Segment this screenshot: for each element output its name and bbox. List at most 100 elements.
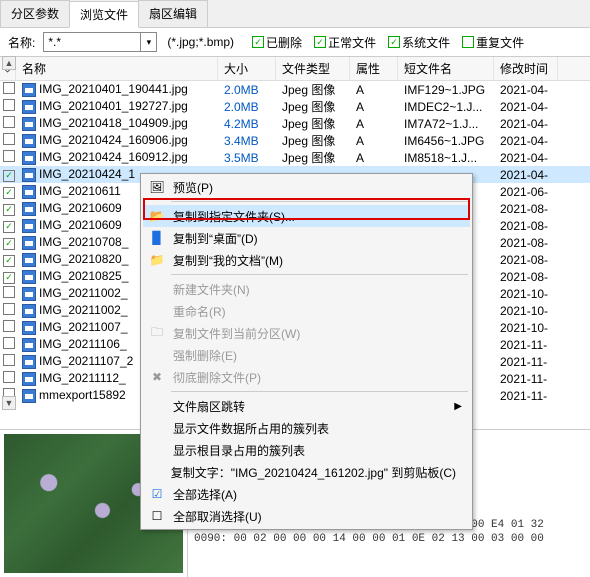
file-name-text: IMG_20211002_ [39, 303, 128, 317]
file-name: IMG_20210401_192727.jpg [16, 99, 218, 114]
image-file-icon [22, 185, 36, 199]
row-checkbox[interactable]: ✓ [3, 170, 15, 182]
row-checkbox[interactable]: ✓ [3, 221, 15, 233]
menu-separator [171, 274, 468, 275]
menu-copy-desktop[interactable]: ▉复制到“桌面”(D) [143, 227, 470, 249]
menu-copy-text[interactable]: 复制文字："IMG_20210424_161202.jpg" 到剪贴板(C) [143, 461, 470, 483]
row-checkbox[interactable] [3, 337, 15, 349]
file-attr: A [350, 117, 398, 131]
row-checkbox[interactable]: ✓ [3, 272, 15, 284]
file-attr: A [350, 151, 398, 165]
documents-icon: 📁 [147, 252, 167, 268]
row-checkbox[interactable] [3, 371, 15, 383]
row-checkbox[interactable] [3, 82, 15, 94]
file-type: Jpeg 图像 [276, 132, 350, 149]
file-mtime: 2021-04- [494, 168, 558, 182]
scroll-down-icon[interactable]: ▼ [2, 396, 16, 410]
tab-sector-edit[interactable]: 扇区编辑 [138, 0, 208, 27]
image-file-icon [22, 83, 36, 97]
row-checkbox[interactable] [3, 150, 15, 162]
file-shortname: IM7A72~1.J... [398, 117, 494, 131]
checkbox-icon: ✓ [388, 36, 400, 48]
file-name-text: IMG_20210424_160906.jpg [39, 133, 188, 147]
file-attr: A [350, 83, 398, 97]
col-size[interactable]: 大小 [218, 57, 276, 80]
file-name-text: IMG_20210825_ [39, 269, 128, 283]
row-checkbox[interactable]: ✓ [3, 255, 15, 267]
col-attr[interactable]: 属性 [350, 57, 398, 80]
row-checkbox[interactable] [3, 99, 15, 111]
menu-label: 复制到指定文件夹(S)... [173, 208, 295, 225]
col-type[interactable]: 文件类型 [276, 57, 350, 80]
file-mtime: 2021-11- [494, 372, 558, 386]
row-checkbox[interactable] [3, 116, 15, 128]
menu-show-clusters[interactable]: 显示文件数据所占用的簇列表 [143, 417, 470, 439]
file-name-text: IMG_20210424_160912.jpg [39, 150, 188, 164]
file-mtime: 2021-08- [494, 202, 558, 216]
file-mtime: 2021-04- [494, 134, 558, 148]
filter-deleted-label: 已删除 [266, 34, 302, 51]
image-file-icon [22, 355, 36, 369]
col-mtime[interactable]: 修改时间 [494, 57, 558, 80]
tab-partition-params[interactable]: 分区参数 [0, 0, 70, 27]
image-file-icon [22, 253, 36, 267]
row-checkbox[interactable] [3, 133, 15, 145]
pattern-hint: (*.jpg;*.bmp) [167, 35, 234, 49]
file-size: 2.0MB [218, 83, 276, 97]
table-row[interactable]: IMG_20210401_192727.jpg2.0MBJpeg 图像AIMDE… [0, 98, 590, 115]
scroll-up-icon[interactable]: ▲ [2, 56, 16, 70]
name-pattern-combo[interactable]: ▾ [43, 32, 157, 52]
col-short[interactable]: 短文件名 [398, 57, 494, 80]
file-mtime: 2021-04- [494, 117, 558, 131]
menu-separator [171, 391, 468, 392]
checkbox-icon [462, 36, 474, 48]
menu-label: 文件扇区跳转 [173, 398, 245, 415]
table-row[interactable]: IMG_20210424_160912.jpg3.5MBJpeg 图像AIM85… [0, 149, 590, 166]
menu-copy-to-folder[interactable]: 📂 复制到指定文件夹(S)... [143, 205, 470, 227]
image-file-icon [22, 219, 36, 233]
row-checkbox[interactable]: ✓ [3, 204, 15, 216]
tab-browse-files[interactable]: 浏览文件 [69, 1, 139, 28]
menu-deselect-all[interactable]: ☐全部取消选择(U) [143, 505, 470, 527]
menu-copy-cur-part[interactable]: 🗀复制文件到当前分区(W) [143, 322, 470, 344]
name-pattern-input[interactable] [44, 33, 140, 51]
menu-perm-delete[interactable]: ✖ 彻底删除文件(P) [143, 366, 470, 388]
table-row[interactable]: IMG_20210401_190441.jpg2.0MBJpeg 图像AIMF1… [0, 81, 590, 98]
row-checkbox[interactable] [3, 286, 15, 298]
filter-system[interactable]: ✓ 系统文件 [388, 34, 450, 51]
menu-preview[interactable]: 🖼预览(P) [143, 176, 470, 198]
filter-normal[interactable]: ✓ 正常文件 [314, 34, 376, 51]
blank-icon [147, 303, 167, 319]
row-checkbox[interactable] [3, 303, 15, 315]
blank-icon [147, 281, 167, 297]
menu-label: 复制到“桌面”(D) [173, 230, 258, 247]
filter-dup[interactable]: 重复文件 [462, 34, 524, 51]
blank-icon [147, 398, 167, 414]
table-row[interactable]: IMG_20210424_160906.jpg3.4MBJpeg 图像AIM64… [0, 132, 590, 149]
file-attr: A [350, 134, 398, 148]
menu-show-root-clusters[interactable]: 显示根目录占用的簇列表 [143, 439, 470, 461]
file-shortname: IM6456~1.JPG [398, 134, 494, 148]
col-name[interactable]: 名称 [16, 57, 218, 80]
image-file-icon [22, 236, 36, 250]
menu-copy-docs[interactable]: 📁复制到“我的文档”(M) [143, 249, 470, 271]
menu-sector-jump[interactable]: 文件扇区跳转▶ [143, 395, 470, 417]
file-size: 4.2MB [218, 117, 276, 131]
row-checkbox[interactable] [3, 320, 15, 332]
blank-icon [147, 420, 167, 436]
image-file-icon [22, 117, 36, 131]
delete-icon: ✖ [147, 369, 167, 385]
folder-arrow-icon: 📂 [147, 208, 167, 224]
row-checkbox[interactable]: ✓ [3, 187, 15, 199]
file-name-text: IMG_20210611 [39, 184, 121, 198]
image-file-icon [22, 304, 36, 318]
filter-deleted[interactable]: ✓ 已删除 [252, 34, 302, 51]
file-name-text: IMG_20210820_ [39, 252, 128, 266]
menu-select-all[interactable]: ☑全部选择(A) [143, 483, 470, 505]
row-checkbox[interactable] [3, 354, 15, 366]
table-row[interactable]: IMG_20210418_104909.jpg4.2MBJpeg 图像AIM7A… [0, 115, 590, 132]
row-checkbox[interactable]: ✓ [3, 238, 15, 250]
menu-label: 彻底删除文件(P) [173, 369, 261, 386]
chevron-down-icon[interactable]: ▾ [140, 33, 156, 51]
file-type: Jpeg 图像 [276, 98, 350, 115]
